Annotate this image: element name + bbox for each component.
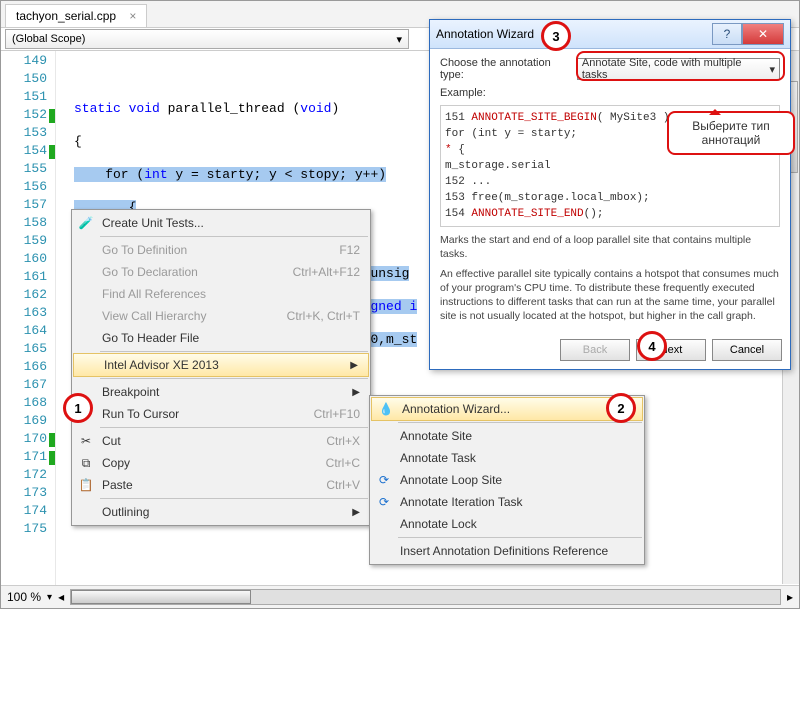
callout-marker-1: 1 bbox=[63, 393, 93, 423]
arrow-right-icon: ▶ bbox=[352, 507, 360, 518]
file-tab[interactable]: tachyon_serial.cpp × bbox=[5, 4, 147, 27]
menu-breakpoint[interactable]: Breakpoint▶ bbox=[72, 381, 370, 403]
chevron-down-icon: ▾ bbox=[396, 33, 402, 46]
menu-run-to-cursor[interactable]: ▶Run To CursorCtrl+F10 bbox=[72, 403, 370, 425]
scope-label: (Global Scope) bbox=[12, 33, 85, 45]
horizontal-scrollbar[interactable] bbox=[70, 589, 781, 605]
menu-paste[interactable]: 📋PasteCtrl+V bbox=[72, 474, 370, 496]
copy-icon: ⧉ bbox=[78, 455, 94, 471]
menu-goto-header[interactable]: Go To Header File bbox=[72, 327, 370, 349]
loop-icon: ⟳ bbox=[376, 494, 392, 510]
loop-icon: ⟳ bbox=[376, 472, 392, 488]
example-label: Example: bbox=[440, 87, 780, 99]
wizard-titlebar[interactable]: Annotation Wizard ? ✕ bbox=[430, 20, 790, 49]
flask-icon: 🧪 bbox=[78, 215, 94, 231]
menu-outlining[interactable]: Outlining▶ bbox=[72, 501, 370, 523]
submenu-annotate-site[interactable]: Annotate Site bbox=[370, 425, 644, 447]
zoom-level: 100 % bbox=[7, 590, 41, 604]
close-button[interactable]: ✕ bbox=[742, 23, 784, 45]
callout-marker-3: 3 bbox=[541, 21, 571, 51]
close-tab-icon[interactable]: × bbox=[129, 9, 136, 23]
status-bar: 100 % ▾ ◂ ▸ bbox=[1, 585, 799, 608]
submenu-annotate-lock[interactable]: Annotate Lock bbox=[370, 513, 644, 535]
arrow-right-icon: ▶ bbox=[350, 360, 358, 371]
arrow-right-icon: ▶ bbox=[352, 387, 360, 398]
scroll-left-icon[interactable]: ◂ bbox=[58, 590, 64, 604]
back-button[interactable]: Back bbox=[560, 339, 630, 361]
file-tab-label: tachyon_serial.cpp bbox=[16, 9, 116, 23]
help-button[interactable]: ? bbox=[712, 23, 742, 45]
menu-cut[interactable]: ✂CutCtrl+X bbox=[72, 430, 370, 452]
menu-goto-declaration[interactable]: Go To DeclarationCtrl+Alt+F12 bbox=[72, 261, 370, 283]
callout-bubble: Выберите тип аннотаций bbox=[667, 111, 795, 155]
submenu-annotate-task[interactable]: Annotate Task bbox=[370, 447, 644, 469]
scrollbar-thumb[interactable] bbox=[71, 590, 251, 604]
menu-create-unit-tests[interactable]: 🧪Create Unit Tests... bbox=[72, 212, 370, 234]
context-menu: 🧪Create Unit Tests... Go To DefinitionF1… bbox=[71, 209, 371, 526]
line-gutter: 1491501511521531541551561571581591601611… bbox=[1, 51, 56, 591]
menu-intel-advisor[interactable]: Intel Advisor XE 2013▶ bbox=[73, 353, 369, 377]
menu-find-references[interactable]: Find All References bbox=[72, 283, 370, 305]
cancel-button[interactable]: Cancel bbox=[712, 339, 782, 361]
wizard-description-1: Marks the start and end of a loop parall… bbox=[440, 233, 780, 261]
menu-copy[interactable]: ⧉CopyCtrl+C bbox=[72, 452, 370, 474]
scope-dropdown[interactable]: (Global Scope) ▾ bbox=[5, 29, 409, 49]
submenu-insert-annotation-defs[interactable]: Insert Annotation Definitions Reference bbox=[370, 540, 644, 562]
submenu-annotation-wizard[interactable]: 💧Annotation Wizard... bbox=[371, 397, 643, 421]
choose-label: Choose the annotation type: bbox=[440, 57, 573, 81]
menu-goto-definition[interactable]: Go To DefinitionF12 bbox=[72, 239, 370, 261]
wizard-title: Annotation Wizard bbox=[436, 27, 534, 41]
menu-view-call-hierarchy[interactable]: View Call HierarchyCtrl+K, Ctrl+T bbox=[72, 305, 370, 327]
droplet-icon: 💧 bbox=[378, 401, 394, 417]
callout-marker-4: 4 bbox=[637, 331, 667, 361]
wizard-description-2: An effective parallel site typically con… bbox=[440, 267, 780, 323]
scroll-right-icon[interactable]: ▸ bbox=[787, 590, 793, 604]
callout-marker-2: 2 bbox=[606, 393, 636, 423]
cut-icon: ✂ bbox=[78, 433, 94, 449]
paste-icon: 📋 bbox=[78, 477, 94, 493]
chevron-down-icon[interactable]: ▾ bbox=[47, 592, 52, 603]
intel-advisor-submenu: 💧Annotation Wizard... Annotate Site Anno… bbox=[369, 395, 645, 565]
submenu-annotate-iteration-task[interactable]: ⟳Annotate Iteration Task bbox=[370, 491, 644, 513]
submenu-annotate-loop-site[interactable]: ⟳Annotate Loop Site bbox=[370, 469, 644, 491]
callout-highlight-dropdown bbox=[576, 51, 785, 81]
